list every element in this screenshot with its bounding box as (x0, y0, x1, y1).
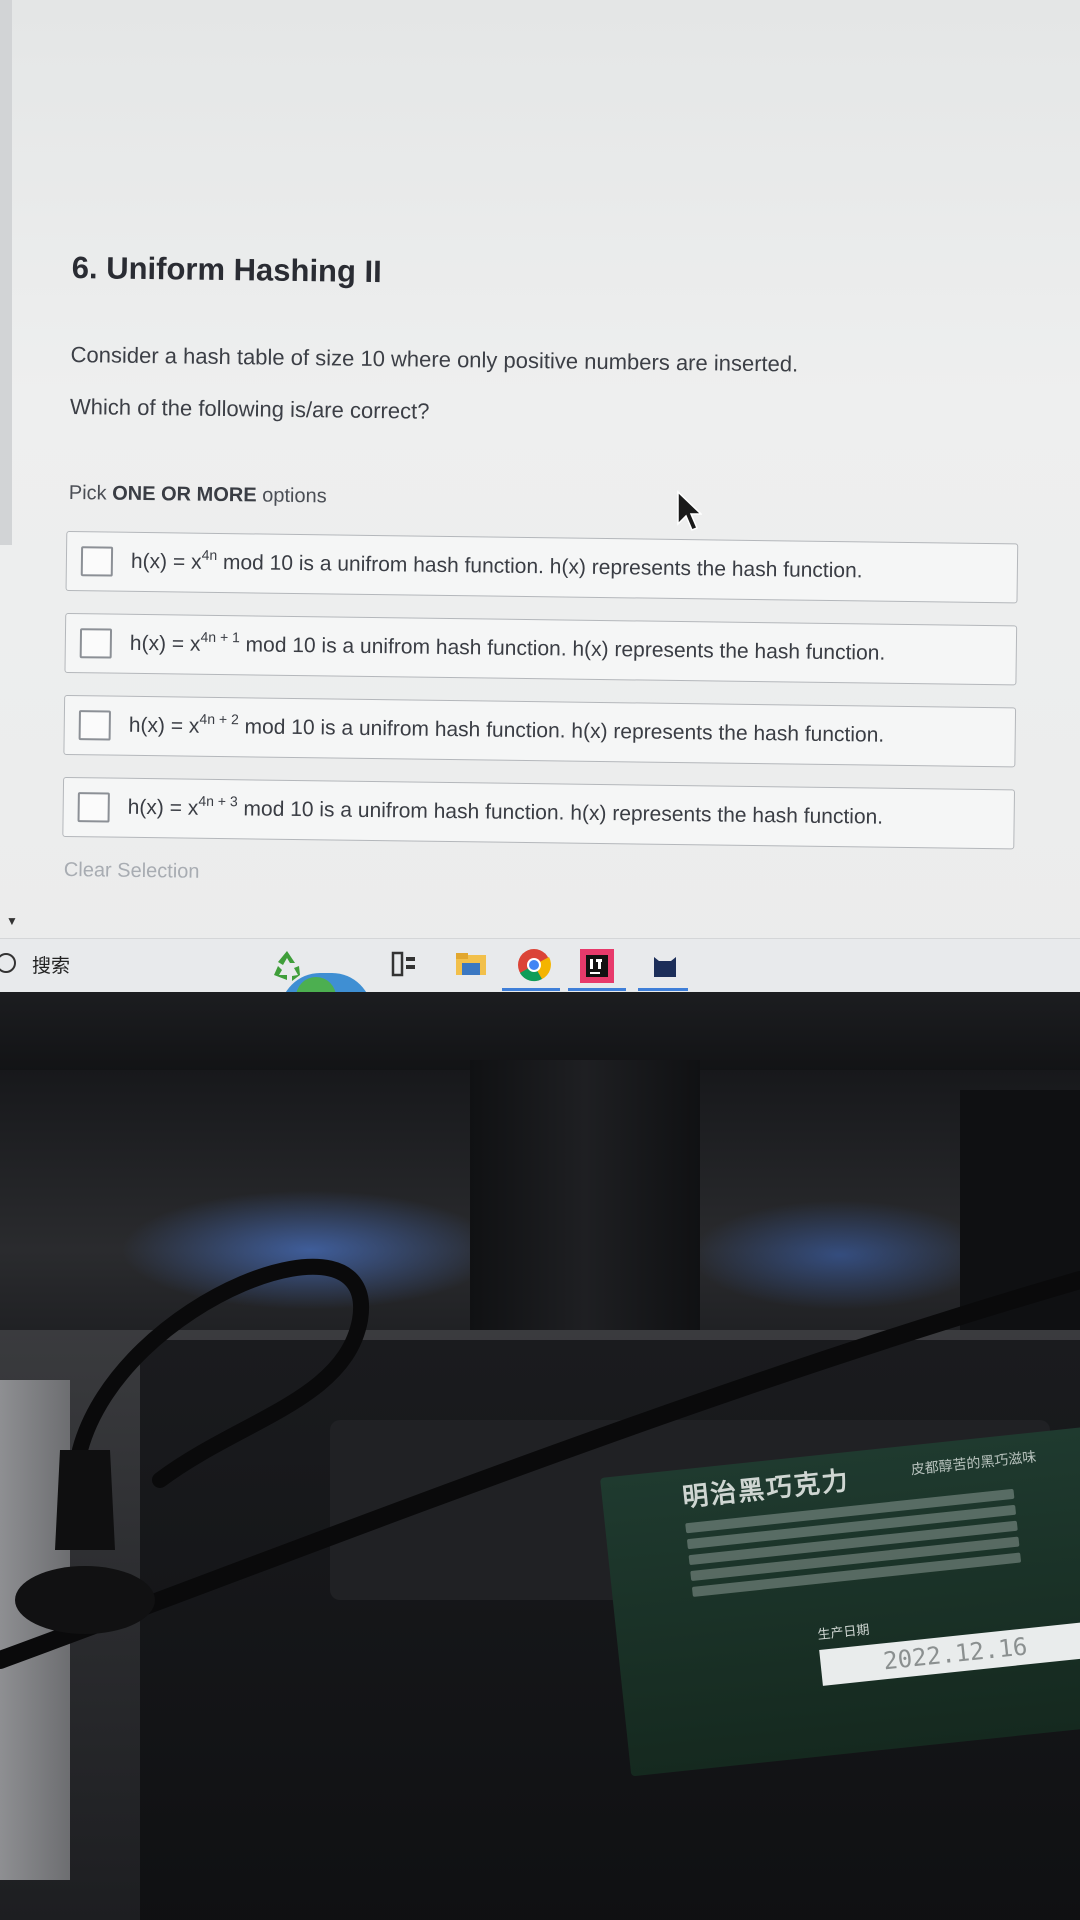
option-2-checkbox[interactable] (79, 628, 113, 659)
caret-down-icon: ▼ (6, 914, 18, 928)
pick-suffix: options (262, 484, 327, 508)
chocolate-package: 明治黑巧克力 皮都醇苦的黑巧滋味 生产日期 2022.12.16 (600, 1425, 1080, 1777)
monitor-screen: ▼ 6. Uniform Hashing II Consider a hash … (0, 0, 1080, 992)
option-2-label: h(x) = x4n + 1 mod 10 is a unifrom hash … (129, 628, 886, 666)
option-2-exponent: 4n + 1 (200, 628, 240, 646)
option-4-suffix: mod 10 is a unifrom hash function. h(x) … (243, 797, 884, 829)
task-view-icon[interactable] (390, 947, 418, 981)
photo-page: ▼ 6. Uniform Hashing II Consider a hash … (0, 0, 1080, 1920)
scrollbar[interactable] (0, 0, 12, 545)
question-title: 6. Uniform Hashing II (71, 250, 383, 290)
pick-instruction: Pick ONE OR MORE options (69, 482, 1027, 518)
clear-selection-link[interactable]: Clear Selection (64, 859, 1022, 895)
intellij-active-indicator (568, 988, 626, 991)
package-slogan: 皮都醇苦的黑巧滋味 (909, 1448, 1037, 1478)
option-1-label: h(x) = x4n mod 10 is a unifrom hash func… (130, 546, 863, 584)
pick-prefix: Pick (68, 482, 107, 505)
option-1-prefix: h(x) = x (130, 549, 202, 574)
option-4-prefix: h(x) = x (127, 795, 199, 820)
chrome-active-indicator (502, 988, 560, 991)
question-block: 6. Uniform Hashing II Consider a hash ta… (62, 250, 1030, 895)
chrome-icon[interactable] (516, 947, 552, 983)
option-4[interactable]: h(x) = x4n + 3 mod 10 is a unifrom hash … (62, 776, 1016, 850)
option-2-prefix: h(x) = x (129, 631, 201, 656)
option-3-prefix: h(x) = x (128, 713, 200, 738)
question-prompt: Which of the following is/are correct? (69, 394, 430, 424)
search-icon[interactable] (0, 953, 16, 973)
mouse-cursor-icon (677, 490, 702, 531)
option-3-exponent: 4n + 2 (199, 710, 239, 728)
cat-app-icon[interactable] (650, 947, 680, 981)
pick-count: ONE OR MORE (112, 482, 257, 507)
taskbar: 搜索 (0, 938, 1080, 992)
package-date-label: 生产日期 (816, 1621, 871, 1643)
question-text: Consider a hash table of size 10 where o… (70, 342, 799, 377)
option-3-suffix: mod 10 is a unifrom hash function. h(x) … (244, 715, 885, 747)
option-1[interactable]: h(x) = x4n mod 10 is a unifrom hash func… (65, 530, 1019, 604)
option-1-exponent: 4n (201, 546, 218, 563)
option-3[interactable]: h(x) = x4n + 2 mod 10 is a unifrom hash … (63, 694, 1017, 768)
option-2-suffix: mod 10 is a unifrom hash function. h(x) … (245, 633, 886, 665)
option-2[interactable]: h(x) = x4n + 1 mod 10 is a unifrom hash … (64, 612, 1018, 686)
option-3-checkbox[interactable] (78, 710, 111, 741)
intellij-icon[interactable] (578, 947, 616, 985)
taskbar-search-label[interactable]: 搜索 (32, 951, 70, 978)
option-1-checkbox[interactable] (80, 546, 114, 577)
option-4-label: h(x) = x4n + 3 mod 10 is a unifrom hash … (127, 792, 884, 830)
option-4-exponent: 4n + 3 (198, 792, 238, 810)
option-3-label: h(x) = x4n + 2 mod 10 is a unifrom hash … (128, 710, 885, 748)
file-explorer-icon[interactable] (454, 947, 488, 981)
option-1-suffix: mod 10 is a unifrom hash function. h(x) … (222, 551, 863, 583)
option-4-checkbox[interactable] (77, 792, 110, 823)
cat-app-active-indicator (638, 988, 688, 991)
